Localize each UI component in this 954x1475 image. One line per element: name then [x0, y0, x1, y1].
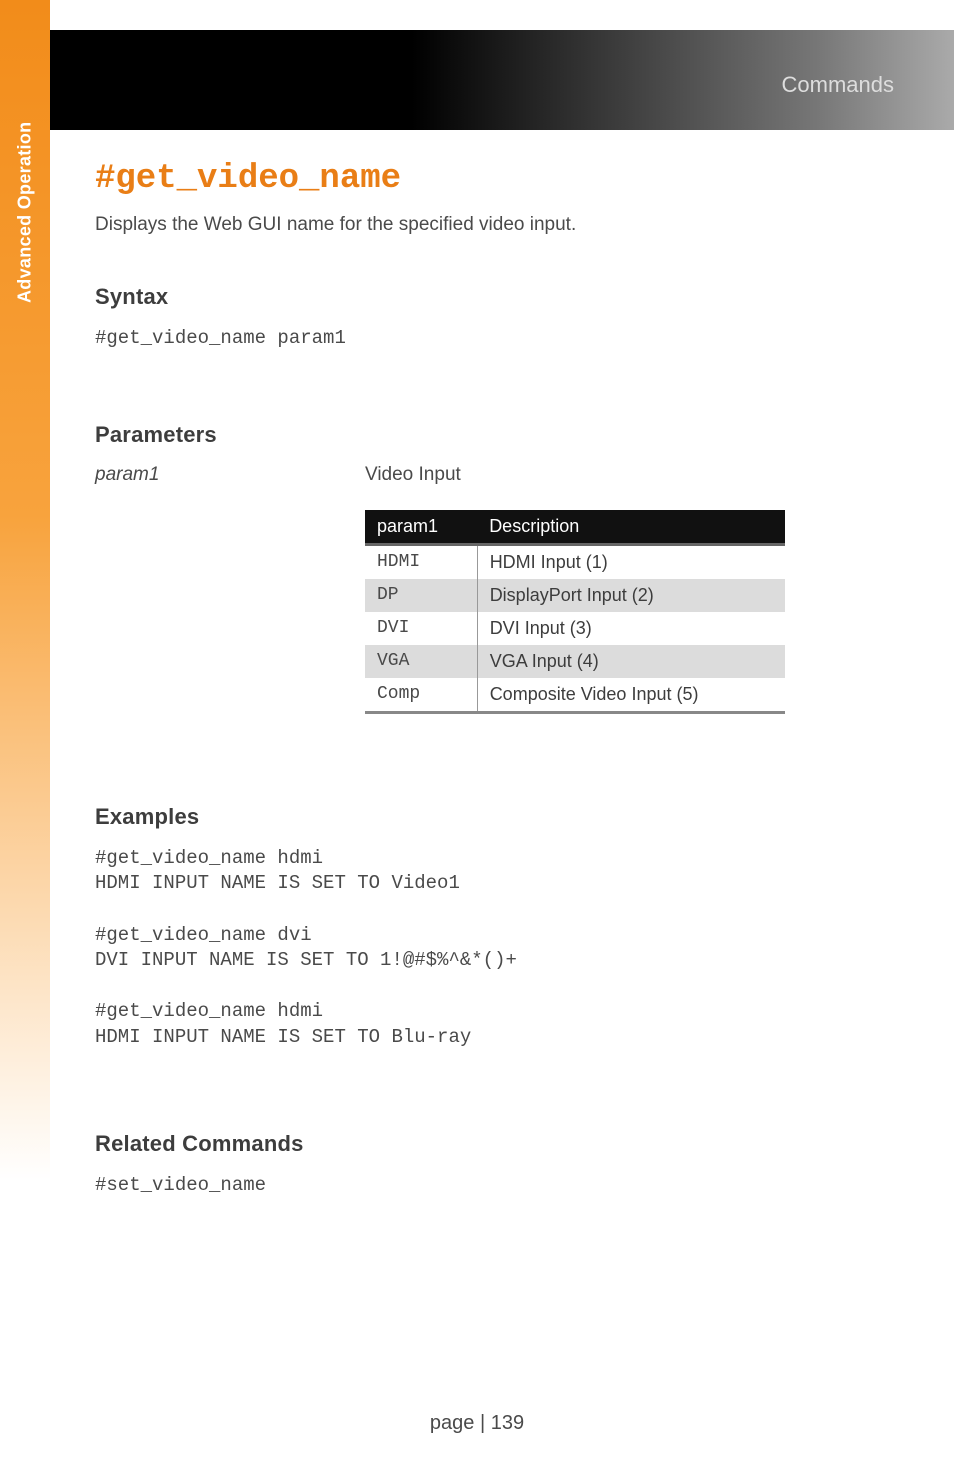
command-title: #get_video_name — [95, 160, 894, 198]
table-row: VGA VGA Input (4) — [365, 645, 785, 678]
examples-section: Examples #get_video_name hdmi HDMI INPUT… — [95, 804, 894, 1051]
param-code: DP — [365, 579, 477, 612]
syntax-code: #get_video_name param1 — [95, 326, 894, 352]
param-row-desc: DisplayPort Input (2) — [477, 579, 785, 612]
param-row-desc: DVI Input (3) — [477, 612, 785, 645]
parameters-heading: Parameters — [95, 422, 894, 448]
command-description: Displays the Web GUI name for the specif… — [95, 214, 894, 236]
parameters-section: Parameters param1 Video Input param1 Des… — [95, 422, 894, 714]
syntax-section: Syntax #get_video_name param1 — [95, 284, 894, 352]
syntax-heading: Syntax — [95, 284, 894, 310]
related-commands-section: Related Commands #set_video_name — [95, 1131, 894, 1199]
table-row: Comp Composite Video Input (5) — [365, 678, 785, 713]
page-footer: page | 139 — [0, 1412, 954, 1435]
breadcrumb: Commands — [782, 72, 894, 98]
param-row-desc: HDMI Input (1) — [477, 544, 785, 579]
sidebar-section-label: Advanced Operation — [15, 253, 36, 303]
related-heading: Related Commands — [95, 1131, 894, 1157]
parameters-table: param1 Description HDMI HDMI Input (1) D… — [365, 510, 785, 714]
param-table-header-col1: param1 — [365, 510, 477, 545]
page-header: Commands — [50, 30, 954, 130]
examples-code: #get_video_name hdmi HDMI INPUT NAME IS … — [95, 846, 894, 1051]
related-code: #set_video_name — [95, 1173, 894, 1199]
param-table-header-col2: Description — [477, 510, 785, 545]
param-row-desc: VGA Input (4) — [477, 645, 785, 678]
param-code: Comp — [365, 678, 477, 713]
param-description: Video Input — [365, 464, 894, 486]
param-code: DVI — [365, 612, 477, 645]
param-name: param1 — [95, 464, 365, 714]
table-row: DP DisplayPort Input (2) — [365, 579, 785, 612]
table-row: HDMI HDMI Input (1) — [365, 544, 785, 579]
table-row: DVI DVI Input (3) — [365, 612, 785, 645]
examples-heading: Examples — [95, 804, 894, 830]
param-code: VGA — [365, 645, 477, 678]
param-row-desc: Composite Video Input (5) — [477, 678, 785, 713]
param-code: HDMI — [365, 544, 477, 579]
main-content: #get_video_name Displays the Web GUI nam… — [95, 160, 894, 1198]
